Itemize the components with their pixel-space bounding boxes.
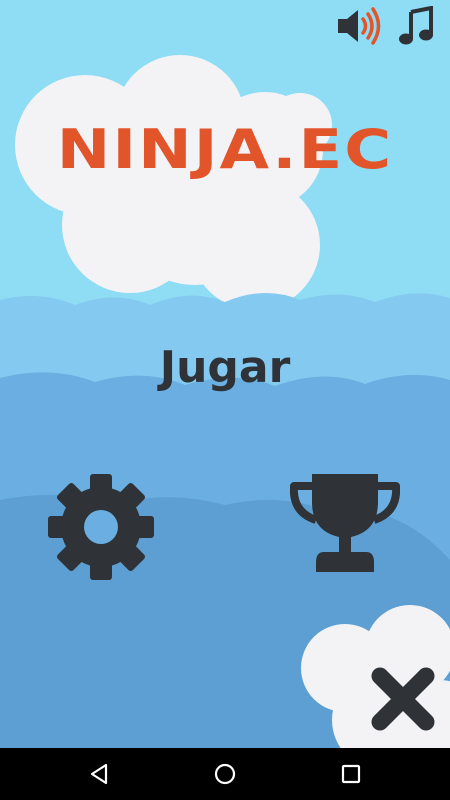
nav-back-button[interactable]: [86, 761, 112, 787]
nav-home-button[interactable]: [212, 761, 238, 787]
exit-button[interactable]: [370, 666, 436, 732]
recents-square-icon: [341, 764, 361, 784]
leaderboard-button[interactable]: [290, 472, 400, 576]
gear-icon: [48, 474, 154, 580]
settings-button[interactable]: [46, 472, 156, 582]
home-circle-icon: [214, 763, 236, 785]
game-logo-title: NINJA.EC: [56, 118, 394, 182]
music-note-icon: [399, 6, 433, 45]
nav-recents-button[interactable]: [338, 761, 364, 787]
system-navigation-bar: [0, 748, 450, 800]
game-scene: NINJA.EC Jugar: [0, 0, 450, 748]
sound-toggle-button[interactable]: [336, 6, 384, 46]
music-toggle-button[interactable]: [398, 6, 434, 46]
trophy-icon: [290, 474, 400, 572]
speaker-icon: [338, 7, 381, 45]
close-icon: [371, 667, 435, 731]
back-triangle-icon: [90, 763, 108, 785]
play-button[interactable]: Jugar: [0, 342, 450, 393]
